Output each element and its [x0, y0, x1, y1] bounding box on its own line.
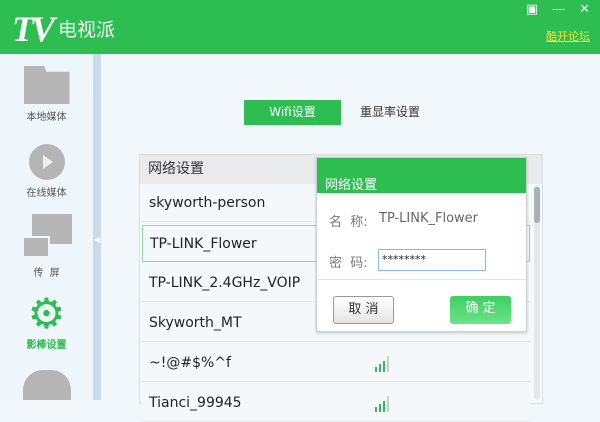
name-label: 名 称: [329, 215, 368, 230]
menu-icon[interactable]: ▣ [526, 2, 538, 17]
app-name: 电视派 [58, 19, 116, 41]
password-label: 密 码: [329, 256, 368, 271]
network-name-value: TP-LINK_Flower [379, 211, 479, 226]
tab-wifi-settings[interactable]: Wifi设置 [244, 100, 341, 125]
network-settings-dialog: 网络设置 名 称: TP-LINK_Flower 密 码: ******** 取… [316, 157, 527, 332]
cancel-button[interactable]: 取 消 [333, 296, 394, 324]
sidebar-item-label: 影棒设置 [26, 340, 67, 351]
minimize-icon[interactable]: — [552, 2, 565, 17]
sidebar-item-screen-cast[interactable]: 传 屏 [0, 214, 93, 279]
list-item[interactable]: ~!@#$%^f [142, 345, 530, 382]
sidebar-item-device-settings[interactable]: ⚙ 影棒设置 [0, 289, 93, 352]
folder-icon [23, 66, 70, 104]
sidebar-item-label: 本地媒体 [26, 112, 67, 123]
wifi-signal-icon [375, 396, 389, 412]
sidebar-item-local-media[interactable]: 本地媒体 [0, 66, 93, 123]
divider [317, 279, 526, 280]
sidebar-collapse-handle[interactable]: ◀ [93, 54, 101, 400]
close-icon[interactable]: ✕ [579, 2, 590, 17]
dialog-title: 网络设置 [317, 158, 526, 193]
tab-overscan-settings[interactable]: 重显率设置 [350, 100, 430, 125]
sidebar-item-label: 在线媒体 [26, 188, 67, 199]
wifi-signal-icon [375, 356, 389, 372]
sidebar-item-online-media[interactable]: 在线媒体 [0, 144, 93, 199]
screen-cast-icon [21, 214, 72, 258]
forum-link[interactable]: 酷开论坛 [546, 28, 590, 44]
sidebar: 本地媒体 在线媒体 传 屏 ⚙ 影棒设置 [0, 54, 93, 400]
scrollbar[interactable] [534, 185, 540, 400]
title-bar: TV 电视派 ▣ — ✕ 酷开论坛 [0, 0, 600, 54]
collapse-arrow-icon: ◀ [94, 235, 101, 244]
sidebar-item-upload[interactable] [0, 370, 93, 404]
confirm-button[interactable]: 确 定 [450, 296, 511, 324]
app-logo: TV [12, 9, 55, 49]
play-icon [28, 144, 65, 180]
list-item[interactable]: Tianci_99945 [142, 385, 530, 422]
password-input[interactable]: ******** [378, 249, 486, 271]
sidebar-item-label: 传 屏 [33, 268, 60, 279]
cloud-upload-icon [22, 370, 71, 400]
gear-icon: ⚙ [27, 289, 66, 338]
